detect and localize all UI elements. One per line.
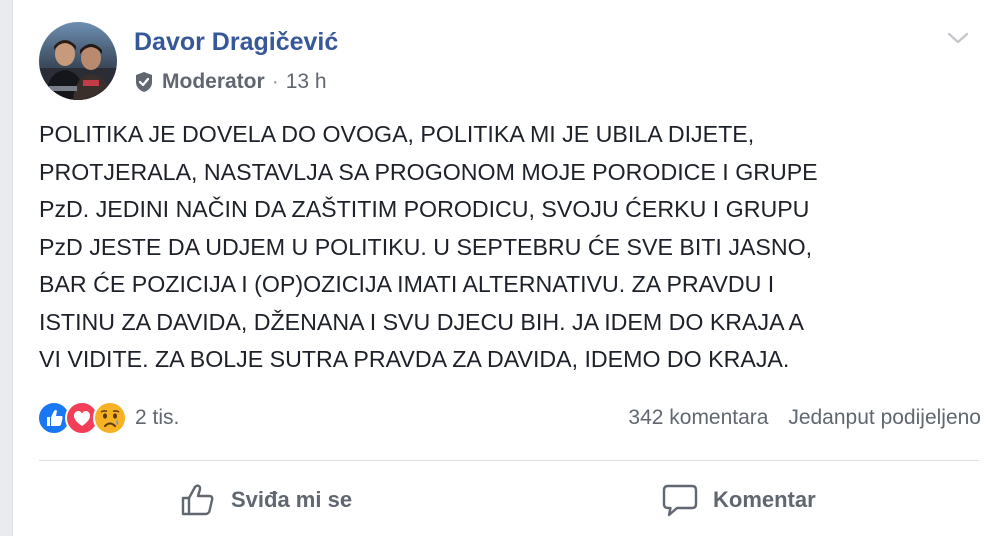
avatar-photo [39,22,117,100]
engagement-counts: 342 komentara Jedanput podijeljeno [628,406,981,430]
comments-count[interactable]: 342 komentara [628,406,768,429]
post-actions: Sviđa mi se Komentar [39,470,979,530]
post-meta: Moderator · 13 h [134,68,327,96]
post-card: Davor Dragičević Moderator · 13 h POLITI… [12,0,1000,536]
post-body: POLITIKA JE DOVELA DO OVOGA, POLITIKA MI… [39,121,818,372]
post-stats: 2 tis. 342 komentara Jedanput podijeljen… [37,398,981,438]
like-button[interactable]: Sviđa mi se [179,470,352,530]
author-avatar[interactable] [39,22,117,100]
comment-button[interactable]: Komentar [661,470,816,530]
author-name[interactable]: Davor Dragičević [134,28,338,57]
thumbs-up-icon [181,484,214,516]
chevron-down-icon[interactable] [945,28,971,48]
post-timestamp[interactable]: 13 h [286,70,327,94]
moderator-badge-icon [136,72,152,92]
shares-count[interactable]: Jedanput podijeljeno [788,406,981,429]
actions-divider [39,460,979,461]
reactions-count[interactable]: 2 tis. [135,406,179,430]
author-role: Moderator [162,70,265,93]
post-header: Davor Dragičević Moderator · 13 h [39,22,979,102]
comment-label: Komentar [713,487,816,512]
reactions-summary[interactable]: 2 tis. [37,400,179,436]
like-label: Sviđa mi se [231,487,353,512]
comment-icon [662,484,698,517]
meta-separator: · [271,70,279,93]
sad-icon [93,401,127,435]
